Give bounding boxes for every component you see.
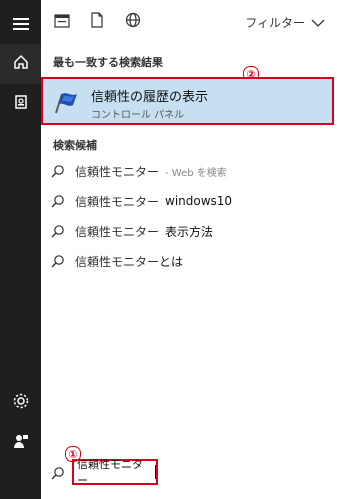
- search-icon: [45, 216, 71, 246]
- suggestion-query: 信頼性モニター: [75, 194, 160, 209]
- search-icon: [45, 246, 71, 276]
- search-input-value: 信頼性モニター: [77, 458, 143, 487]
- suggestion-query: 信頼性モニター: [75, 254, 160, 269]
- web-filter-button[interactable]: [123, 12, 143, 32]
- suggestions-header: 検索候補: [53, 139, 97, 152]
- documents-button[interactable]: [0, 84, 41, 124]
- document-icon: [13, 94, 29, 114]
- suggestion-query: 信頼性モニター: [75, 224, 160, 239]
- suggestion-item[interactable]: 信頼性モニター - Web を検索: [41, 156, 337, 186]
- best-match-result[interactable]: 信頼性の履歴の表示 コントロール パネル: [41, 77, 334, 125]
- best-match-title: 信頼性の履歴の表示: [91, 90, 209, 105]
- suggestion-item[interactable]: 信頼性モニター とは: [41, 246, 337, 276]
- suggestion-extra: windows10: [165, 194, 233, 208]
- home-icon: [13, 54, 29, 74]
- search-icon: [45, 186, 71, 216]
- feedback-icon: [12, 432, 30, 454]
- search-input[interactable]: 信頼性モニター: [72, 458, 158, 487]
- chevron-down-icon: [311, 16, 325, 30]
- apps-filter-icon: [54, 13, 70, 32]
- left-rail: [0, 0, 41, 499]
- search-bar: ① 信頼性モニター: [41, 446, 337, 499]
- filter-bar: フィルター: [41, 0, 337, 44]
- web-filter-icon: [125, 12, 141, 32]
- reliability-flag-icon: [53, 88, 81, 116]
- filter-dropdown[interactable]: フィルター: [245, 14, 325, 31]
- suggestion-item[interactable]: 信頼性モニター windows10: [41, 186, 337, 216]
- apps-filter-button[interactable]: [52, 12, 72, 32]
- settings-button[interactable]: [0, 383, 41, 423]
- best-match-header: 最も一致する検索結果: [53, 56, 163, 69]
- suggestion-web-hint: - Web を検索: [165, 167, 227, 179]
- documents-filter-button[interactable]: [87, 12, 107, 32]
- suggestion-query: 信頼性モニター: [75, 164, 160, 179]
- search-panel: フィルター 最も一致する検索結果 ② 信頼性の履歴の表示 コントロール パネル …: [41, 0, 337, 499]
- suggestion-extra: 表示方法: [165, 224, 214, 239]
- home-button[interactable]: [0, 44, 41, 84]
- menu-button[interactable]: [0, 4, 41, 44]
- text-caret: [155, 465, 156, 479]
- suggestion-extra: とは: [159, 254, 184, 269]
- best-match-subtitle: コントロール パネル: [91, 110, 185, 121]
- feedback-button[interactable]: [0, 423, 41, 463]
- suggestion-item[interactable]: 信頼性モニター 表示方法: [41, 216, 337, 246]
- documents-filter-icon: [90, 12, 104, 32]
- filter-label: フィルター: [245, 16, 305, 30]
- search-icon: [51, 465, 65, 484]
- hamburger-icon: [12, 15, 29, 34]
- search-icon: [45, 156, 71, 186]
- settings-icon: [12, 392, 30, 414]
